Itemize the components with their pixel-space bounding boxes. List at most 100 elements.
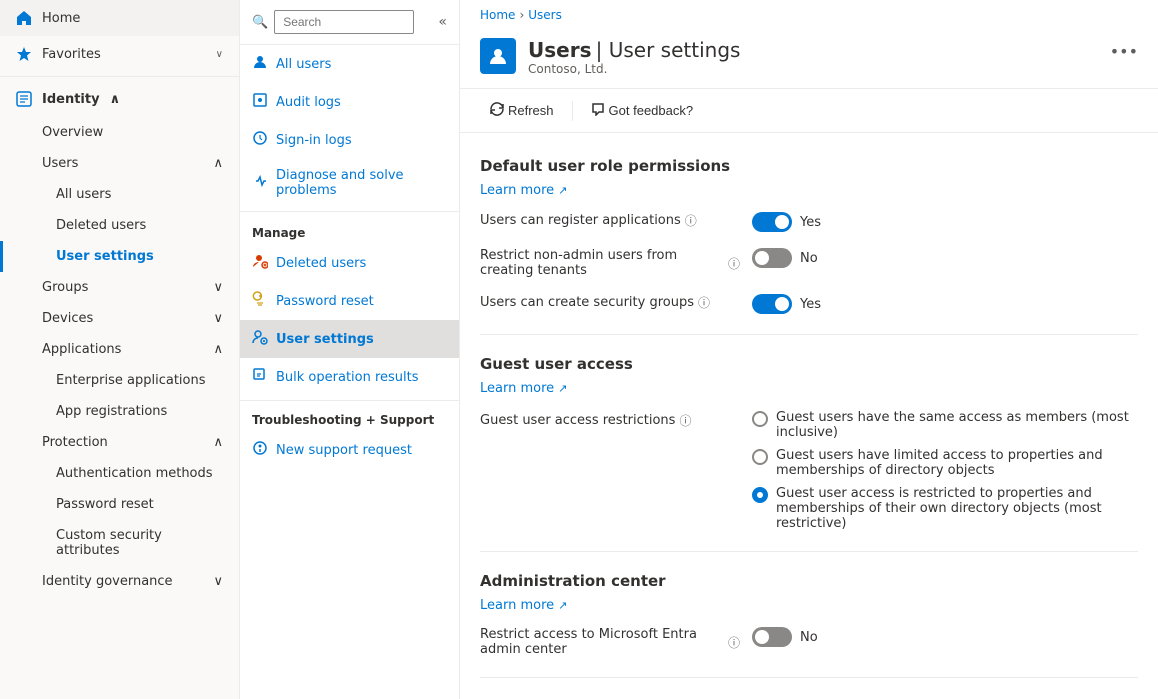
sidebar-passwordreset-label: Password reset (56, 497, 154, 512)
middle-divider-2 (240, 400, 459, 401)
toggle-register-apps[interactable] (752, 212, 792, 232)
create-security-value: Yes (800, 297, 821, 312)
toolbar-divider-1 (572, 101, 573, 121)
setting-label-restrict-non-admin: Restrict non-admin users from creating t… (480, 248, 740, 278)
sidebar-item-applications[interactable]: Applications ∧ (0, 334, 239, 365)
middle-deleted-users-label: Deleted users (276, 256, 366, 271)
toggle-create-security[interactable] (752, 294, 792, 314)
audit-logs-icon (252, 92, 268, 112)
toggle-restrict-admin[interactable] (752, 627, 792, 647)
middle-item-bulk-operations[interactable]: Bulk operation results (240, 358, 459, 396)
info-icon-restrict[interactable]: ⓘ (728, 255, 740, 272)
learn-more-2[interactable]: Learn more ↗ (480, 381, 1138, 396)
sidebar-usersettings-label: User settings (56, 249, 154, 264)
middle-signin-logs-label: Sign-in logs (276, 133, 352, 148)
setting-row-register-apps: Users can register applications ⓘ Yes (480, 212, 1138, 232)
sidebar-item-home[interactable]: Home (0, 0, 239, 36)
collapse-icon[interactable]: « (438, 14, 447, 30)
sidebar-protection-label: Protection (42, 435, 108, 450)
radio-guest-option-1[interactable]: Guest users have the same access as memb… (752, 410, 1138, 440)
info-icon-register[interactable]: ⓘ (685, 212, 697, 229)
setting-row-restrict-non-admin: Restrict non-admin users from creating t… (480, 248, 1138, 278)
sidebar-item-overview[interactable]: Overview (0, 117, 239, 148)
breadcrumb-separator: › (519, 8, 524, 22)
sidebar-item-protection[interactable]: Protection ∧ (0, 427, 239, 458)
feedback-label: Got feedback? (609, 103, 694, 118)
sidebar-item-groups[interactable]: Groups ∨ (0, 272, 239, 303)
content-area: Default user role permissions Learn more… (460, 133, 1158, 699)
middle-troubleshooting-section: Troubleshooting + Support (240, 405, 459, 431)
sidebar-overview-label: Overview (42, 125, 103, 140)
middle-item-deleted-users[interactable]: Deleted users (240, 244, 459, 282)
sidebar-section-identity[interactable]: Identity ∧ (0, 81, 239, 117)
sidebar-item-all-users[interactable]: All users (0, 179, 239, 210)
radio-circle-3 (752, 487, 768, 503)
info-icon-restrict-admin[interactable]: ⓘ (728, 634, 740, 651)
bulk-operations-icon (252, 367, 268, 387)
radio-circle-2 (752, 449, 768, 465)
learn-more-1[interactable]: Learn more ↗ (480, 183, 1138, 198)
page-subtitle: Contoso, Ltd. (528, 62, 1098, 76)
search-input[interactable] (274, 10, 414, 34)
search-icon: 🔍 (252, 15, 268, 30)
sidebar-appregistrations-label: App registrations (56, 404, 167, 419)
middle-panel: 🔍 « All users Audit logs Sign-in logs Di… (240, 0, 460, 699)
middle-item-sign-in-logs[interactable]: Sign-in logs (240, 121, 459, 159)
star-icon (16, 46, 32, 62)
middle-manage-section: Manage (240, 216, 459, 244)
page-title: Users | User settings (528, 38, 1098, 62)
page-header: Users | User settings Contoso, Ltd. ••• (460, 30, 1158, 89)
refresh-button[interactable]: Refresh (480, 97, 564, 124)
external-link-icon-1: ↗ (558, 184, 567, 197)
chevron-up-icon: ∧ (110, 92, 121, 107)
sidebar-item-users[interactable]: Users ∧ (0, 148, 239, 179)
sidebar-item-favorites[interactable]: Favorites ∨ (0, 36, 239, 72)
sidebar-item-auth-methods[interactable]: Authentication methods (0, 458, 239, 489)
breadcrumb-users[interactable]: Users (528, 8, 562, 22)
sidebar-item-custom-security[interactable]: Custom security attributes (0, 520, 239, 566)
refresh-label: Refresh (508, 103, 554, 118)
sidebar-allusers-label: All users (56, 187, 111, 202)
sidebar-item-identity-governance[interactable]: Identity governance ∨ (0, 566, 239, 597)
chevron-down-icon-groups: ∨ (213, 280, 223, 295)
middle-item-password-reset[interactable]: Password reset (240, 282, 459, 320)
guest-access-radio-group: Guest users have the same access as memb… (752, 410, 1138, 531)
sidebar-customsecurity-label: Custom security attributes (56, 528, 223, 558)
sidebar-item-deleted-users[interactable]: Deleted users (0, 210, 239, 241)
radio-guest-option-2[interactable]: Guest users have limited access to prope… (752, 448, 1138, 478)
page-icon (480, 38, 516, 74)
toggle-restrict-non-admin[interactable] (752, 248, 792, 268)
radio-guest-option-3[interactable]: Guest user access is restricted to prope… (752, 486, 1138, 531)
sidebar-item-user-settings[interactable]: User settings (0, 241, 239, 272)
sidebar-item-devices[interactable]: Devices ∨ (0, 303, 239, 334)
middle-item-diagnose[interactable]: Diagnose and solve problems (240, 159, 459, 207)
middle-item-support-request[interactable]: New support request (240, 431, 459, 469)
page-header-text: Users | User settings Contoso, Ltd. (528, 38, 1098, 76)
middle-item-user-settings[interactable]: User settings (240, 320, 459, 358)
register-apps-value: Yes (800, 215, 821, 230)
middle-audit-logs-label: Audit logs (276, 95, 341, 110)
sidebar-divider-1 (0, 76, 239, 77)
learn-more-3[interactable]: Learn more ↗ (480, 598, 1138, 613)
sidebar-identitygovernance-label: Identity governance (42, 574, 173, 589)
password-reset-icon (252, 291, 268, 311)
identity-icon (16, 91, 32, 107)
feedback-button[interactable]: Got feedback? (581, 97, 704, 124)
sidebar-home-label: Home (42, 11, 80, 26)
chevron-up-icon-users: ∧ (213, 156, 223, 171)
middle-item-all-users[interactable]: All users (240, 45, 459, 83)
external-link-icon-2: ↗ (558, 382, 567, 395)
sidebar-item-enterprise-apps[interactable]: Enterprise applications (0, 365, 239, 396)
middle-item-audit-logs[interactable]: Audit logs (240, 83, 459, 121)
sidebar-item-password-reset[interactable]: Password reset (0, 489, 239, 520)
sidebar: Home Favorites ∨ Identity ∧ Overview Use… (0, 0, 240, 699)
breadcrumb-home[interactable]: Home (480, 8, 515, 22)
sidebar-item-app-registrations[interactable]: App registrations (0, 396, 239, 427)
more-options-icon[interactable]: ••• (1110, 42, 1138, 61)
main-content: Home › Users Users | User settings Conto… (460, 0, 1158, 699)
setting-label-restrict-admin: Restrict access to Microsoft Entra admin… (480, 627, 740, 657)
setting-control-restrict-non-admin: No (752, 248, 818, 268)
info-icon-create-security[interactable]: ⓘ (698, 294, 710, 311)
info-icon-guest-access[interactable]: ⓘ (679, 412, 691, 429)
refresh-icon (490, 102, 504, 119)
